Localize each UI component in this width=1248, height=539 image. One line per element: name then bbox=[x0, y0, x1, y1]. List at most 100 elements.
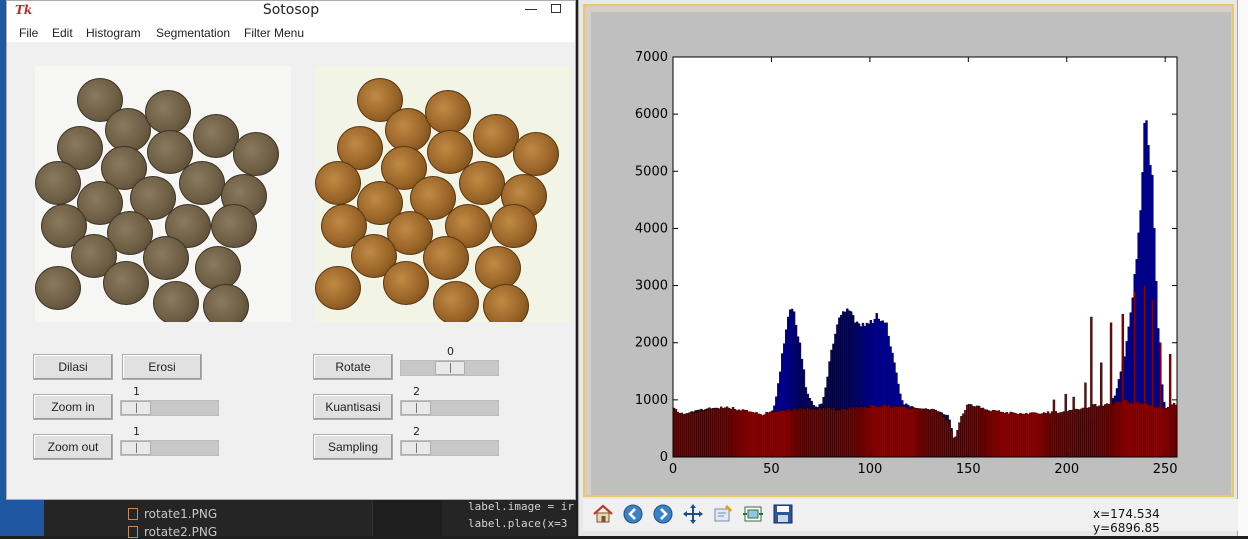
histogram-bar bbox=[800, 407, 804, 458]
erosi-button[interactable]: Erosi bbox=[122, 354, 202, 380]
histogram-bar bbox=[1015, 413, 1018, 458]
histogram-bar bbox=[757, 413, 760, 458]
histogram-bar bbox=[753, 412, 756, 458]
menu-segmentation[interactable]: Segmentation bbox=[156, 26, 230, 40]
histogram-bar bbox=[956, 429, 959, 458]
dilasi-button[interactable]: Dilasi bbox=[33, 354, 113, 380]
menu-file[interactable]: File bbox=[19, 26, 38, 40]
histogram-bar bbox=[899, 406, 902, 458]
y-tick-label: 5000 bbox=[635, 164, 668, 179]
histogram-bar bbox=[786, 408, 790, 458]
home-icon[interactable] bbox=[589, 500, 616, 527]
histogram-bar bbox=[889, 407, 892, 458]
histogram-bar bbox=[1080, 408, 1083, 458]
histogram-bar bbox=[1129, 402, 1132, 458]
histogram-bar bbox=[1096, 406, 1099, 458]
menu-filter[interactable]: Filter Menu bbox=[244, 26, 304, 40]
histogram-bar bbox=[1068, 410, 1071, 458]
coin bbox=[475, 246, 521, 290]
matplotlib-window: 0 50 100 150 200 250 0 1000 2000 3000 4000 5000 6000… bbox=[578, 0, 1238, 536]
histogram-bar bbox=[977, 405, 981, 458]
histogram-bar bbox=[767, 412, 770, 458]
slider-thumb[interactable] bbox=[121, 441, 151, 455]
slider-thumb[interactable] bbox=[121, 401, 151, 415]
zoom-out-slider[interactable] bbox=[120, 440, 219, 456]
forward-icon[interactable] bbox=[649, 500, 676, 527]
histogram-bar bbox=[966, 404, 969, 458]
histogram-bar bbox=[907, 408, 910, 458]
x-tick-label: 50 bbox=[763, 462, 780, 477]
menu-edit[interactable]: Edit bbox=[52, 26, 73, 40]
pan-icon[interactable] bbox=[679, 500, 706, 527]
zoom-in-button[interactable]: Zoom in bbox=[33, 394, 113, 420]
histogram-bar bbox=[692, 411, 695, 458]
histogram-bar bbox=[725, 406, 729, 458]
menu-histogram[interactable]: Histogram bbox=[86, 26, 141, 40]
kuantisasi-slider[interactable] bbox=[400, 400, 499, 416]
histogram-bar bbox=[1168, 353, 1172, 458]
histogram-bar bbox=[970, 404, 973, 458]
file-item[interactable]: rotate1.PNG bbox=[128, 507, 217, 521]
y-coordinate: y=6896.85 bbox=[1093, 521, 1160, 535]
kuantisasi-button[interactable]: Kuantisasi bbox=[313, 394, 393, 420]
figure-canvas[interactable]: 0 50 100 150 200 250 0 1000 2000 3000 4000 5000 6000… bbox=[591, 12, 1231, 495]
histogram-bar bbox=[865, 407, 869, 458]
zoom-in-slider[interactable] bbox=[120, 400, 219, 416]
zoom-in-slider-value: 1 bbox=[133, 385, 140, 398]
histogram-bar bbox=[930, 408, 934, 458]
histogram-bar bbox=[1127, 402, 1130, 458]
rotate-slider-value: 0 bbox=[447, 345, 454, 358]
slider-thumb[interactable] bbox=[435, 361, 465, 375]
histogram-bar bbox=[1121, 313, 1125, 458]
histogram-bar bbox=[716, 408, 719, 458]
histogram-bar bbox=[985, 409, 989, 458]
coin bbox=[179, 161, 225, 205]
back-icon[interactable] bbox=[619, 500, 646, 527]
histogram-bar bbox=[1131, 403, 1134, 458]
y-tick-label: 3000 bbox=[635, 279, 668, 294]
file-item[interactable]: rotate2.PNG bbox=[128, 525, 217, 539]
histogram-bar bbox=[1147, 404, 1150, 458]
slider-thumb[interactable] bbox=[401, 441, 431, 455]
histogram-bar bbox=[1117, 401, 1121, 458]
histogram-bar bbox=[1042, 412, 1046, 458]
histogram-bar bbox=[779, 409, 782, 458]
background-window-edge bbox=[1237, 0, 1248, 536]
coin bbox=[103, 261, 149, 305]
coin bbox=[425, 90, 471, 134]
histogram-bar bbox=[788, 410, 792, 458]
minimize-icon[interactable] bbox=[525, 1, 537, 10]
histogram-bar bbox=[960, 416, 963, 458]
histogram-bar bbox=[964, 410, 967, 458]
zoom-icon[interactable] bbox=[709, 500, 736, 527]
histogram-bar bbox=[802, 408, 806, 458]
zoom-out-button[interactable]: Zoom out bbox=[33, 434, 113, 460]
histogram-bar bbox=[741, 409, 745, 458]
sampling-button[interactable]: Sampling bbox=[313, 434, 393, 460]
histogram-bar bbox=[1151, 299, 1154, 458]
histogram-bar bbox=[1007, 413, 1010, 458]
histogram-bar bbox=[1155, 407, 1158, 458]
sampling-slider[interactable] bbox=[400, 440, 499, 456]
histogram-bar bbox=[968, 403, 971, 458]
coin bbox=[315, 161, 361, 205]
histogram-bar bbox=[995, 410, 999, 458]
tk-app-window: Tk Sotosop File Edit Histogram Segmentat… bbox=[6, 0, 576, 500]
histogram-bar bbox=[1038, 413, 1042, 458]
rotate-slider[interactable] bbox=[400, 360, 499, 376]
histogram-bar bbox=[1141, 402, 1144, 458]
histogram-bar bbox=[785, 409, 788, 458]
slider-thumb[interactable] bbox=[401, 401, 431, 415]
histogram-bar bbox=[999, 411, 1002, 458]
save-icon[interactable] bbox=[769, 500, 796, 527]
histogram-bar bbox=[972, 406, 975, 458]
subplots-icon[interactable] bbox=[739, 500, 766, 527]
rotate-button[interactable]: Rotate bbox=[313, 354, 393, 380]
histogram-bar bbox=[903, 405, 906, 458]
title-bar[interactable]: Tk Sotosop bbox=[7, 1, 575, 21]
maximize-icon[interactable] bbox=[551, 4, 561, 13]
histogram-bar bbox=[879, 406, 882, 458]
histogram-bar bbox=[1052, 399, 1056, 458]
histogram-bar bbox=[729, 408, 733, 458]
histogram-bar bbox=[1027, 414, 1030, 458]
